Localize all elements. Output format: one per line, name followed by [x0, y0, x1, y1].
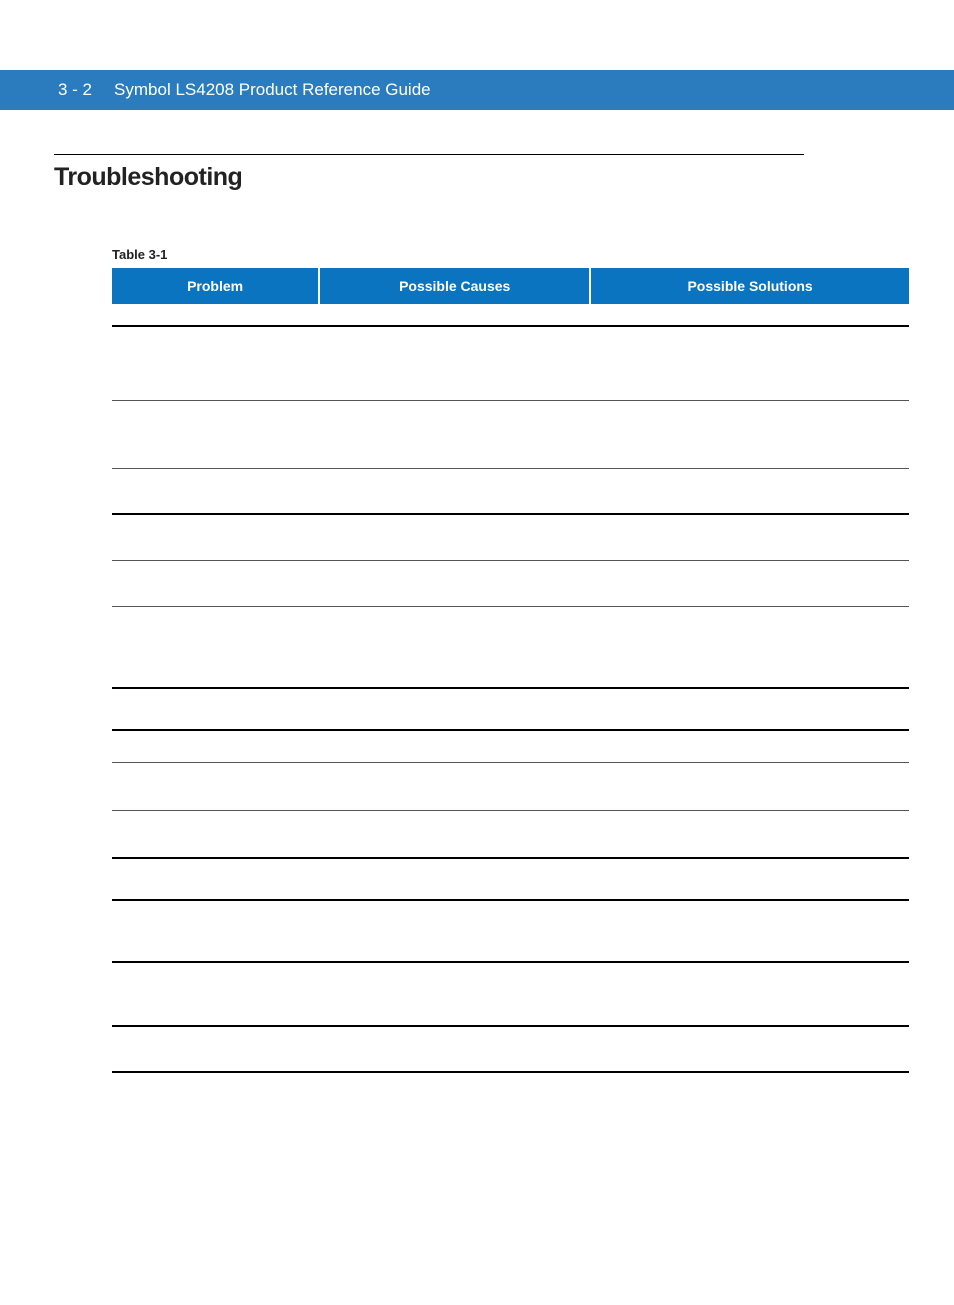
table-header-row: Problem Possible Causes Possible Solutio… [112, 268, 909, 304]
table-row [112, 560, 909, 606]
table-row [112, 962, 909, 1026]
table-body [112, 304, 909, 1072]
table-row [112, 1026, 909, 1072]
table-row [112, 400, 909, 468]
cell-problem [112, 326, 319, 400]
header-solutions: Possible Solutions [590, 268, 909, 304]
table-caption-label: Table 3-1 [112, 247, 167, 262]
cell-cause [319, 900, 590, 962]
cell-cause [319, 962, 590, 1026]
section-divider [54, 154, 804, 155]
cell-problem [112, 730, 319, 762]
cell-problem [112, 468, 319, 514]
troubleshooting-table: Problem Possible Causes Possible Solutio… [112, 268, 909, 1073]
table-row [112, 688, 909, 730]
cell-cause [319, 688, 590, 730]
cell-cause [319, 326, 590, 400]
section-heading: Troubleshooting [54, 163, 954, 192]
table-row [112, 730, 909, 762]
table-row [112, 326, 909, 400]
cell-cause [319, 606, 590, 688]
table-row [112, 810, 909, 858]
table-row [112, 858, 909, 900]
cell-cause [319, 730, 590, 762]
cell-cause [319, 468, 590, 514]
cell-cause [319, 304, 590, 326]
cell-solution [590, 304, 909, 326]
table-row [112, 304, 909, 326]
cell-cause [319, 858, 590, 900]
header-problem: Problem [112, 268, 319, 304]
cell-solution [590, 326, 909, 400]
table-caption: Table 3-1 [112, 247, 909, 262]
cell-solution [590, 858, 909, 900]
cell-solution [590, 962, 909, 1026]
table-container: Table 3-1 Problem Possible Causes Possib… [112, 247, 909, 1073]
cell-cause [319, 810, 590, 858]
cell-solution [590, 468, 909, 514]
cell-solution [590, 762, 909, 810]
table-row [112, 468, 909, 514]
cell-cause [319, 400, 590, 468]
cell-problem [112, 900, 319, 962]
cell-problem [112, 810, 319, 858]
table-row [112, 606, 909, 688]
cell-cause [319, 1026, 590, 1072]
cell-cause [319, 560, 590, 606]
cell-solution [590, 900, 909, 962]
cell-problem [112, 762, 319, 810]
cell-cause [319, 762, 590, 810]
cell-solution [590, 810, 909, 858]
page-header: 3 - 2 Symbol LS4208 Product Reference Gu… [0, 70, 954, 110]
header-causes: Possible Causes [319, 268, 590, 304]
table-row [112, 514, 909, 560]
table-row [112, 900, 909, 962]
cell-solution [590, 400, 909, 468]
cell-solution [590, 560, 909, 606]
cell-solution [590, 688, 909, 730]
cell-solution [590, 606, 909, 688]
cell-problem [112, 304, 319, 326]
cell-problem [112, 514, 319, 560]
cell-solution [590, 514, 909, 560]
document-title: Symbol LS4208 Product Reference Guide [114, 80, 431, 100]
cell-problem [112, 1026, 319, 1072]
cell-problem [112, 400, 319, 468]
cell-problem [112, 858, 319, 900]
page-number: 3 - 2 [58, 80, 92, 100]
cell-solution [590, 1026, 909, 1072]
cell-cause [319, 514, 590, 560]
cell-problem [112, 962, 319, 1026]
table-row [112, 762, 909, 810]
cell-problem [112, 606, 319, 688]
cell-problem [112, 688, 319, 730]
cell-solution [590, 730, 909, 762]
cell-problem [112, 560, 319, 606]
